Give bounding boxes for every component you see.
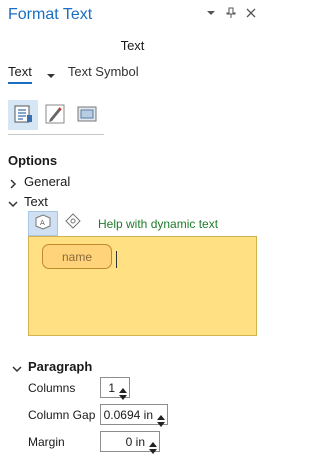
svg-text:A: A — [40, 219, 45, 227]
symbol-button[interactable] — [40, 100, 70, 130]
dropdown-menu-icon[interactable] — [205, 7, 217, 19]
chevron-down-icon — [8, 197, 18, 207]
columns-row: Columns 1 — [28, 377, 130, 400]
insert-dynamic-text-button[interactable]: A — [28, 211, 58, 236]
text-editor[interactable]: name — [28, 236, 257, 336]
close-icon[interactable] — [245, 7, 257, 19]
dynamic-text-gear-tag-icon — [63, 212, 83, 235]
dynamic-text-tag-icon: A — [33, 213, 53, 234]
dynamic-text-toolbar: A Help with dynamic text — [28, 211, 218, 236]
spin-up-icon[interactable] — [119, 382, 127, 393]
spin-down-icon[interactable] — [119, 389, 127, 400]
columns-label: Columns — [28, 380, 76, 395]
display-button[interactable] — [72, 100, 102, 130]
chevron-down-icon — [12, 362, 22, 372]
toolbar-divider — [8, 134, 104, 135]
chevron-right-icon — [8, 177, 18, 189]
margin-value[interactable]: 0 in — [126, 435, 145, 449]
text-properties-icon — [12, 103, 34, 128]
spin-down-icon[interactable] — [149, 443, 157, 454]
options-heading: Options — [8, 153, 58, 168]
expander-text[interactable]: Text — [8, 194, 48, 209]
tab-text[interactable]: Text — [8, 64, 32, 84]
column-gap-row: Column Gap 0.0694 in — [28, 404, 168, 427]
dynamic-text-chip[interactable]: name — [42, 244, 112, 269]
expander-paragraph[interactable]: Paragraph — [12, 359, 92, 374]
spinner-arrows — [149, 436, 157, 454]
spin-down-icon[interactable] — [157, 416, 165, 427]
expander-general[interactable]: General — [8, 174, 70, 189]
text-properties-button[interactable] — [8, 100, 38, 130]
margin-row: Margin 0 in — [28, 431, 160, 454]
pencil-icon — [44, 103, 66, 128]
column-gap-label: Column Gap — [28, 407, 96, 422]
columns-spinner[interactable]: 1 — [100, 377, 130, 400]
paragraph-heading: Paragraph — [28, 359, 93, 374]
margin-spinner[interactable]: 0 in — [100, 431, 160, 454]
text-caret — [116, 251, 117, 268]
tab-dropdown-icon[interactable] — [46, 69, 56, 79]
spin-up-icon[interactable] — [149, 436, 157, 447]
tab-bar: Text Text Symbol — [8, 64, 139, 84]
columns-value[interactable]: 1 — [108, 381, 115, 395]
column-gap-value[interactable]: 0.0694 in — [104, 408, 153, 422]
pane-title: Format Text — [8, 6, 93, 23]
expander-general-label: General — [24, 174, 71, 189]
expander-text-label: Text — [24, 194, 48, 209]
pane-title-tools — [205, 7, 257, 19]
tab-text-symbol[interactable]: Text Symbol — [68, 64, 139, 84]
margin-label: Margin — [28, 434, 65, 449]
display-icon — [76, 103, 98, 128]
pane-subtitle: Text — [120, 38, 145, 53]
dynamic-text-settings-button[interactable] — [58, 211, 88, 236]
pin-icon[interactable] — [225, 7, 237, 19]
dynamic-text-help-link[interactable]: Help with dynamic text — [98, 217, 218, 231]
column-gap-spinner[interactable]: 0.0694 in — [100, 404, 168, 427]
spinner-arrows — [119, 382, 127, 400]
format-category-toolbar — [8, 100, 102, 130]
spin-up-icon[interactable] — [157, 409, 165, 420]
spinner-arrows — [157, 409, 165, 427]
